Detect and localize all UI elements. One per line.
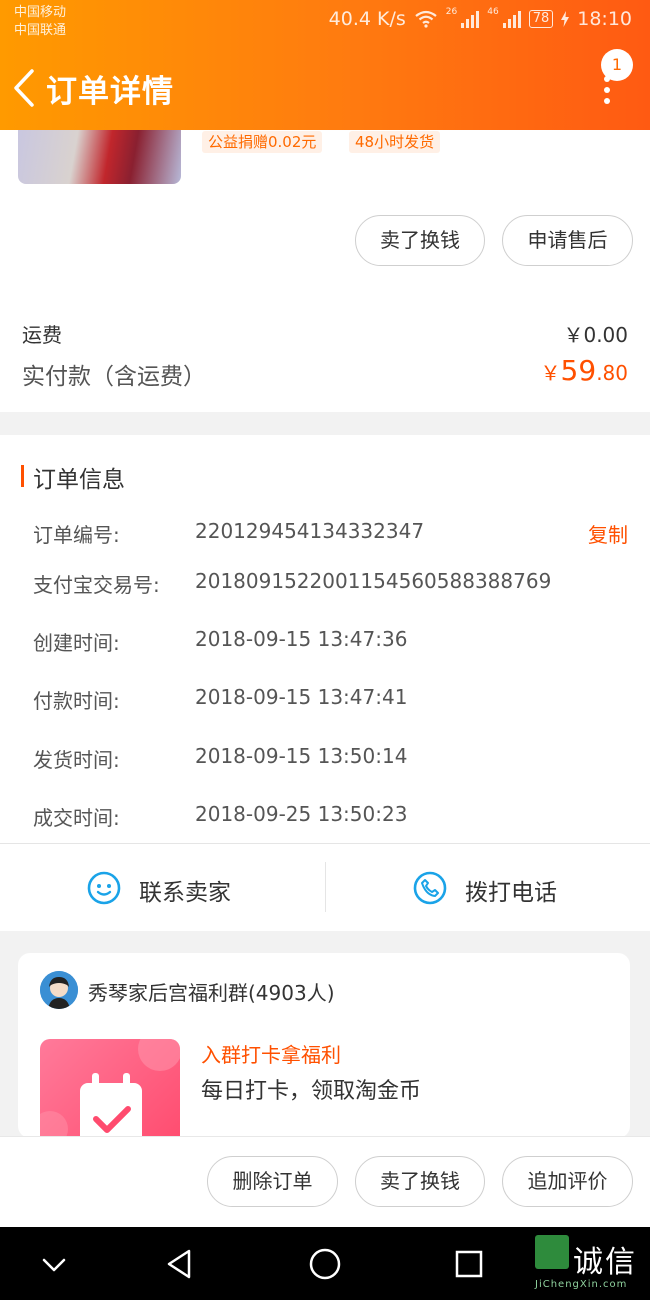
group-promo-card[interactable]: 秀琴家后宫福利群(4903人) 入群打卡拿福利 每日打卡，领取淘金币 bbox=[18, 953, 630, 1138]
ship-time-label: 发货时间: bbox=[33, 748, 120, 772]
sell-for-cash-bottom-button[interactable]: 卖了换钱 bbox=[355, 1156, 485, 1207]
promo-description: 每日打卡，领取淘金币 bbox=[201, 1079, 422, 1104]
currency-symbol: ￥ bbox=[540, 361, 561, 385]
nav-collapse-icon[interactable] bbox=[33, 1243, 75, 1285]
watermark-box-icon bbox=[535, 1235, 569, 1269]
created-time-value: 2018-09-15 13:47:36 bbox=[195, 627, 408, 651]
copy-order-number-button[interactable]: 复制 bbox=[588, 519, 628, 548]
shipping-fee-value: ￥0.00 bbox=[563, 323, 628, 347]
after-sales-button[interactable]: 申请售后 bbox=[502, 215, 633, 266]
total-paid-value: ￥59.80 bbox=[541, 354, 628, 387]
nav-back-icon[interactable] bbox=[159, 1243, 201, 1285]
status-bar: 中国移动 中国联通 40.4 K/s 26 46 78 18:10 bbox=[0, 0, 650, 44]
app-header: 中国移动 中国联通 40.4 K/s 26 46 78 18:10 订单详情 1 bbox=[0, 0, 650, 130]
promo-title: 入群打卡拿福利 bbox=[201, 1043, 341, 1067]
add-review-button[interactable]: 追加评价 bbox=[502, 1156, 633, 1207]
contact-seller-button[interactable]: 联系卖家 bbox=[0, 844, 325, 932]
deal-time-label: 成交时间: bbox=[33, 806, 120, 830]
contact-row: 联系卖家 拨打电话 bbox=[0, 843, 650, 931]
order-info-title: 订单信息 bbox=[33, 467, 125, 493]
phone-icon bbox=[413, 871, 447, 905]
clock: 18:10 bbox=[577, 8, 632, 30]
carrier-1: 中国移动 bbox=[14, 5, 67, 20]
system-nav-bar: 诚信 JiChengXin.com bbox=[0, 1227, 650, 1300]
bottom-action-bar: 删除订单 卖了换钱 追加评价 bbox=[0, 1136, 650, 1227]
watermark-logo: 诚信 JiChengXin.com bbox=[533, 1235, 650, 1295]
back-arrow-icon[interactable] bbox=[10, 68, 40, 108]
calendar-check-icon bbox=[40, 1039, 180, 1138]
call-phone-button[interactable]: 拨打电话 bbox=[326, 844, 650, 932]
sell-for-cash-button[interactable]: 卖了换钱 bbox=[355, 215, 485, 266]
battery-level: 78 bbox=[528, 10, 554, 28]
ship-time-value: 2018-09-15 13:50:14 bbox=[195, 744, 408, 768]
network-speed: 40.4 K/s bbox=[328, 8, 406, 30]
carrier-info: 中国移动 中国联通 bbox=[14, 4, 66, 40]
message-badge: 1 bbox=[601, 49, 633, 81]
created-time-label: 创建时间: bbox=[33, 631, 120, 655]
product-card: 公益捐赠0.02元 48小时发货 卖了换钱 申请售后 运费 ￥0.00 实付款（… bbox=[0, 130, 650, 412]
charity-tag: 公益捐赠0.02元 bbox=[202, 131, 323, 153]
order-info-section: 订单信息 订单编号: 220129454134332347 复制 支付宝交易号:… bbox=[0, 435, 650, 843]
alipay-trade-label: 支付宝交易号: bbox=[33, 573, 160, 597]
payment-time-label: 付款时间: bbox=[33, 689, 120, 713]
shipping-time-tag: 48小时发货 bbox=[349, 131, 441, 153]
order-number-label: 订单编号: bbox=[33, 523, 120, 547]
more-menu-icon[interactable] bbox=[600, 76, 614, 106]
product-thumbnail[interactable] bbox=[18, 130, 181, 184]
nav-home-icon[interactable] bbox=[304, 1243, 346, 1285]
watermark-text: 诚信 bbox=[573, 1245, 637, 1280]
group-avatar bbox=[40, 971, 78, 1009]
shipping-fee-label: 运费 bbox=[22, 323, 62, 347]
signal-icon bbox=[461, 10, 480, 28]
section-accent-bar bbox=[21, 465, 24, 487]
order-number-value: 220129454134332347 bbox=[195, 519, 425, 543]
total-paid-label: 实付款（含运费） bbox=[22, 364, 206, 390]
wifi-icon bbox=[415, 10, 437, 28]
watermark-subtext: JiChengXin.com bbox=[535, 1279, 628, 1290]
carrier-2: 中国联通 bbox=[14, 23, 67, 38]
signal-icon-2 bbox=[502, 10, 521, 28]
network-type-2: 46 bbox=[487, 7, 499, 17]
paid-integer: 59 bbox=[560, 354, 597, 387]
charging-icon bbox=[561, 11, 570, 27]
contact-seller-label: 联系卖家 bbox=[139, 880, 231, 906]
page-title: 订单详情 bbox=[46, 74, 174, 110]
payment-time-value: 2018-09-15 13:47:41 bbox=[195, 685, 408, 709]
status-indicators: 40.4 K/s 26 46 78 18:10 bbox=[328, 7, 632, 30]
nav-recents-icon[interactable] bbox=[448, 1243, 490, 1285]
call-phone-label: 拨打电话 bbox=[465, 880, 557, 906]
network-type-1: 26 bbox=[445, 7, 458, 17]
chat-face-icon bbox=[87, 871, 121, 905]
alipay-trade-value: 2018091522001154560588388769 bbox=[195, 569, 552, 593]
deal-time-value: 2018-09-25 13:50:23 bbox=[195, 802, 408, 826]
delete-order-button[interactable]: 删除订单 bbox=[207, 1156, 338, 1207]
group-name: 秀琴家后宫福利群(4903人) bbox=[88, 981, 335, 1005]
paid-decimal: .80 bbox=[596, 361, 628, 385]
